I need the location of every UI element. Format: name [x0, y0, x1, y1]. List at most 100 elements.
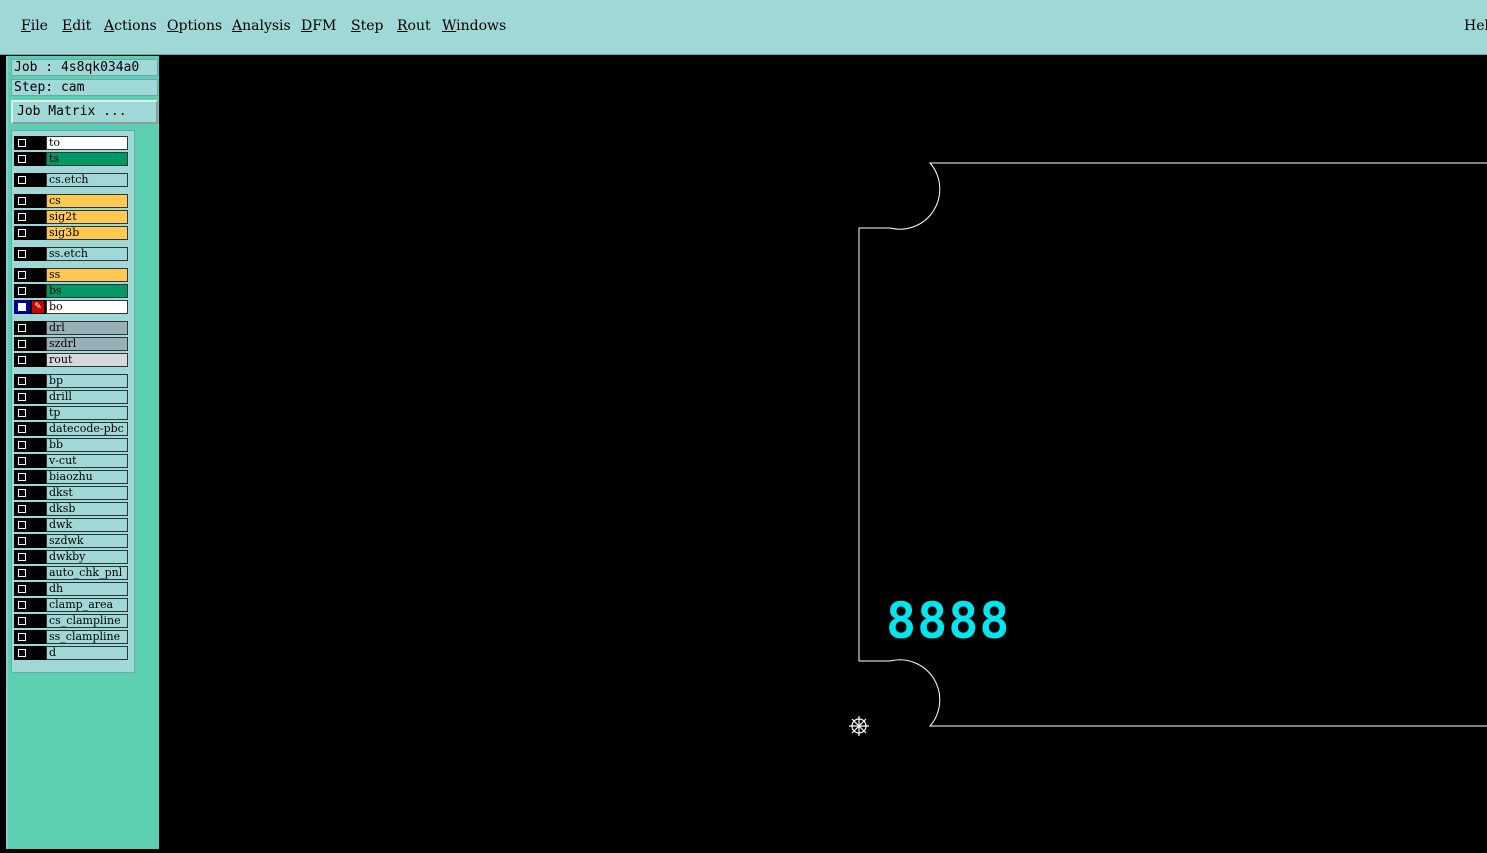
layer-row-bo[interactable]: ✎ bo	[14, 300, 132, 314]
layer-affect-toggle[interactable]	[30, 152, 46, 166]
layer-name[interactable]: sig2t	[46, 210, 128, 224]
layer-affect-toggle[interactable]	[30, 173, 46, 187]
layer-affect-toggle[interactable]	[30, 470, 46, 484]
layer-name[interactable]: ss	[46, 268, 128, 282]
layer-affect-toggle[interactable]	[30, 337, 46, 351]
layer-checkbox[interactable]	[14, 630, 30, 644]
layer-checkbox[interactable]	[14, 210, 30, 224]
layer-row-ss-clampline[interactable]: ss_clampline	[14, 630, 132, 644]
layer-row-cs-etch[interactable]: cs.etch	[14, 173, 132, 187]
layer-name[interactable]: ss.etch	[46, 247, 128, 261]
layer-name[interactable]: bp	[46, 374, 128, 388]
layer-name[interactable]: datecode-pbc	[46, 422, 128, 436]
layer-row-v-cut[interactable]: v-cut	[14, 454, 132, 468]
layer-checkbox[interactable]	[14, 247, 30, 261]
menu-analysis[interactable]: Analysis	[232, 18, 291, 34]
layer-row-drl[interactable]: drl	[14, 321, 132, 335]
layer-row-d[interactable]: d	[14, 646, 132, 660]
layer-affect-toggle[interactable]	[30, 502, 46, 516]
layer-affect-toggle[interactable]	[30, 247, 46, 261]
layer-name[interactable]: dkst	[46, 486, 128, 500]
layer-name[interactable]: bo	[46, 300, 128, 314]
layer-row-biaozhu[interactable]: biaozhu	[14, 470, 132, 484]
menu-edit[interactable]: Edit	[62, 18, 91, 34]
layer-row-ts[interactable]: ts	[14, 152, 132, 166]
layer-checkbox[interactable]	[14, 438, 30, 452]
layer-row-auto-chk-pnl[interactable]: auto_chk_pnl	[14, 566, 132, 580]
layer-name[interactable]: ss_clampline	[46, 630, 128, 644]
layer-affect-toggle[interactable]	[30, 614, 46, 628]
layer-row-ss[interactable]: ss	[14, 268, 132, 282]
layer-row-szdwk[interactable]: szdwk	[14, 534, 132, 548]
layer-checkbox[interactable]	[14, 486, 30, 500]
layer-checkbox[interactable]	[14, 152, 30, 166]
menu-dfm[interactable]: DFM	[301, 18, 336, 34]
layer-name[interactable]: dksb	[46, 502, 128, 516]
layer-row-dksb[interactable]: dksb	[14, 502, 132, 516]
layer-name[interactable]: szdwk	[46, 534, 128, 548]
layer-row-sig3b[interactable]: sig3b	[14, 226, 132, 240]
layer-row-ss-etch[interactable]: ss.etch	[14, 247, 132, 261]
layer-row-datecode-pbc[interactable]: datecode-pbc	[14, 422, 132, 436]
layer-row-bp[interactable]: bp	[14, 374, 132, 388]
layer-affect-toggle[interactable]	[30, 438, 46, 452]
layer-checkbox[interactable]	[14, 518, 30, 532]
menu-windows[interactable]: Windows	[442, 18, 506, 34]
layer-checkbox[interactable]	[14, 422, 30, 436]
layer-checkbox[interactable]	[14, 566, 30, 580]
layer-row-dh[interactable]: dh	[14, 582, 132, 596]
layer-name[interactable]: sig3b	[46, 226, 128, 240]
layer-row-tp[interactable]: tp	[14, 406, 132, 420]
layer-name[interactable]: biaozhu	[46, 470, 128, 484]
layer-name[interactable]: cs_clampline	[46, 614, 128, 628]
layer-affect-toggle[interactable]	[30, 486, 46, 500]
layer-name[interactable]: v-cut	[46, 454, 128, 468]
layer-name[interactable]: dh	[46, 582, 128, 596]
layer-checkbox[interactable]	[14, 226, 30, 240]
layer-affect-toggle[interactable]	[30, 194, 46, 208]
layer-name[interactable]: cs	[46, 194, 128, 208]
layer-affect-toggle[interactable]	[30, 598, 46, 612]
menu-options[interactable]: Options	[167, 18, 222, 34]
layer-affect-toggle[interactable]	[30, 518, 46, 532]
layer-row-dwk[interactable]: dwk	[14, 518, 132, 532]
layer-row-cs[interactable]: cs	[14, 194, 132, 208]
layer-row-bs[interactable]: bs	[14, 284, 132, 298]
layer-name[interactable]: bs	[46, 284, 128, 298]
layer-name[interactable]: d	[46, 646, 128, 660]
layer-row-cs-clampline[interactable]: cs_clampline	[14, 614, 132, 628]
layer-row-bb[interactable]: bb	[14, 438, 132, 452]
layer-row-szdrl[interactable]: szdrl	[14, 337, 132, 351]
layer-row-drill[interactable]: drill	[14, 390, 132, 404]
layer-checkbox[interactable]	[14, 550, 30, 564]
layer-affect-toggle[interactable]	[30, 534, 46, 548]
layer-name[interactable]: drl	[46, 321, 128, 335]
layer-affect-toggle[interactable]	[30, 406, 46, 420]
layer-affect-toggle[interactable]	[30, 210, 46, 224]
layer-checkbox[interactable]	[14, 646, 30, 660]
layer-name[interactable]: tp	[46, 406, 128, 420]
layer-affect-toggle[interactable]	[30, 550, 46, 564]
layer-checkbox[interactable]	[14, 284, 30, 298]
layer-checkbox[interactable]	[14, 353, 30, 367]
layer-affect-toggle[interactable]	[30, 226, 46, 240]
layer-row-sig2t[interactable]: sig2t	[14, 210, 132, 224]
menu-rout[interactable]: Rout	[397, 18, 431, 34]
graphics-canvas[interactable]: 8888	[160, 56, 1487, 849]
layer-checkbox[interactable]	[14, 374, 30, 388]
layer-checkbox[interactable]	[14, 300, 30, 314]
layer-affect-toggle[interactable]	[30, 374, 46, 388]
menu-file[interactable]: File	[21, 18, 48, 34]
layer-affect-toggle[interactable]	[30, 454, 46, 468]
job-matrix-button[interactable]: Job Matrix ...	[11, 100, 158, 124]
layer-row-to[interactable]: to	[14, 136, 132, 150]
layer-checkbox[interactable]	[14, 470, 30, 484]
layer-name[interactable]: drill	[46, 390, 128, 404]
menu-help[interactable]: Hel	[1464, 18, 1487, 34]
layer-checkbox[interactable]	[14, 268, 30, 282]
layer-checkbox[interactable]	[14, 406, 30, 420]
layer-row-clamp-area[interactable]: clamp_area	[14, 598, 132, 612]
layer-row-rout[interactable]: rout	[14, 353, 132, 367]
layer-affect-toggle[interactable]	[30, 566, 46, 580]
layer-affect-toggle[interactable]	[30, 422, 46, 436]
